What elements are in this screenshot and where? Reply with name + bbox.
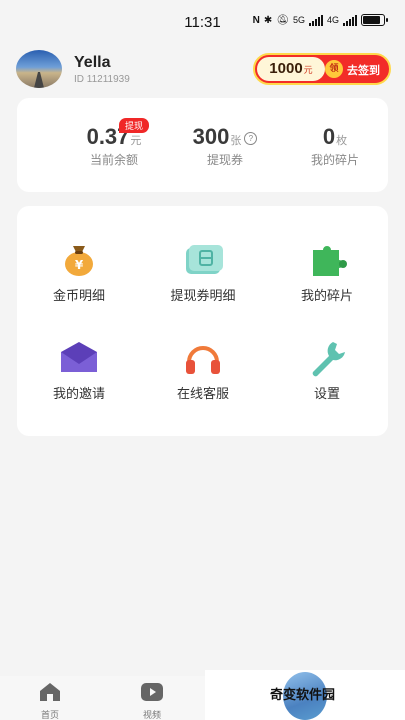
menu-label-voucher-detail: 提现券明细 bbox=[170, 289, 236, 304]
tab-label-video: 视频 bbox=[142, 711, 161, 720]
svg-text:¥: ¥ bbox=[75, 258, 84, 272]
network-label-2: 4G bbox=[326, 15, 339, 25]
checkin-unit: 元 bbox=[303, 66, 313, 76]
fragments-unit: 枚 bbox=[336, 134, 348, 147]
voucher-icon bbox=[186, 245, 223, 274]
avatar[interactable] bbox=[16, 50, 62, 88]
battery-icon bbox=[361, 14, 388, 26]
menu-label-support: 在线客服 bbox=[176, 387, 229, 402]
vouchers-value: 300 bbox=[192, 124, 230, 149]
network-label-1: 5G bbox=[292, 15, 305, 25]
menu-item-settings[interactable]: 设置 bbox=[265, 338, 389, 418]
checkin-amount: 1000 bbox=[269, 60, 303, 77]
menu-label-fragments: 我的碎片 bbox=[300, 289, 353, 304]
checkin-button[interactable]: 1000 元 领 去签到 bbox=[253, 53, 391, 85]
mute-icon: 🔕︎ bbox=[276, 14, 289, 26]
headphones-icon bbox=[186, 346, 220, 374]
vouchers-unit: 张 bbox=[230, 134, 242, 147]
user-name: Yella bbox=[74, 54, 111, 71]
menu-card: ¥ 金币明细 提现券明细 我的碎片 我的邀请 在线客服 设置 bbox=[17, 206, 388, 436]
envelope-icon bbox=[61, 342, 97, 372]
menu-item-support[interactable]: 在线客服 bbox=[141, 338, 265, 418]
vouchers-stat[interactable]: 300张? 提现券 bbox=[175, 124, 275, 168]
balance-label: 当前余额 bbox=[89, 153, 138, 167]
puzzle-icon bbox=[313, 246, 347, 276]
status-bar: 11:31 N ✱ 🔕︎ 5G 4G bbox=[0, 0, 405, 44]
menu-item-invite[interactable]: 我的邀请 bbox=[17, 338, 141, 418]
checkin-label: 去签到 bbox=[347, 64, 380, 77]
stats-card: 0.37元 当前余额 提现 300张? 提现券 0枚 我的碎片 bbox=[17, 98, 388, 192]
withdraw-badge[interactable]: 提现 bbox=[119, 118, 150, 133]
fragments-label: 我的碎片 bbox=[310, 153, 359, 167]
money-bag-icon: ¥ bbox=[65, 246, 93, 276]
checkin-reward: 1000 元 bbox=[257, 57, 325, 81]
fragments-value: 0 bbox=[322, 124, 336, 149]
balance-stat[interactable]: 0.37元 当前余额 bbox=[59, 124, 169, 168]
nfc-icon: N bbox=[252, 14, 260, 26]
user-id-value: 11211939 bbox=[86, 74, 130, 85]
help-icon[interactable]: ? bbox=[244, 132, 258, 145]
user-id-label: ID bbox=[74, 74, 84, 85]
tab-video[interactable]: 视频 bbox=[122, 681, 182, 720]
wrench-icon bbox=[312, 342, 345, 377]
menu-label-invite: 我的邀请 bbox=[52, 387, 105, 402]
vouchers-label: 提现券 bbox=[206, 153, 243, 167]
signal-icon-2 bbox=[343, 14, 357, 26]
balance-unit: 元 bbox=[130, 134, 142, 147]
video-play-icon bbox=[141, 683, 163, 701]
home-icon bbox=[40, 683, 60, 701]
tab-label-home: 首页 bbox=[40, 711, 59, 720]
menu-label-coin-detail: 金币明细 bbox=[52, 289, 105, 304]
profile-header: Yella ID 11211939 1000 元 领 去签到 bbox=[16, 50, 391, 90]
menu-label-settings: 设置 bbox=[313, 387, 340, 402]
watermark-text: 奇变软件园 bbox=[270, 688, 336, 703]
coin-icon: 领 bbox=[325, 60, 343, 78]
menu-item-voucher-detail[interactable]: 提现券明细 bbox=[141, 240, 265, 320]
signal-icon bbox=[308, 14, 323, 26]
fragments-stat[interactable]: 0枚 我的碎片 bbox=[295, 124, 375, 168]
menu-item-fragments[interactable]: 我的碎片 bbox=[265, 240, 389, 320]
menu-item-coin-detail[interactable]: ¥ 金币明细 bbox=[17, 240, 141, 320]
tab-home[interactable]: 首页 bbox=[20, 681, 80, 720]
user-id: ID 11211939 bbox=[74, 74, 130, 85]
bluetooth-icon: ✱ bbox=[263, 14, 273, 26]
status-icons: N ✱ 🔕︎ 5G 4G bbox=[252, 14, 388, 26]
